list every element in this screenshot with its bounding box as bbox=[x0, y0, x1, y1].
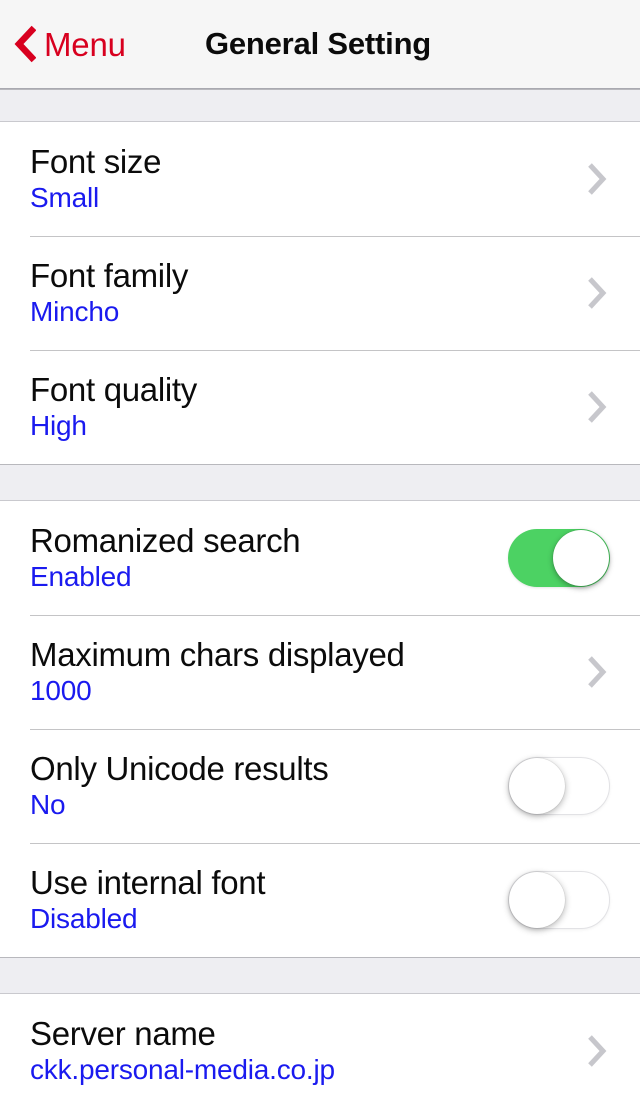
toggle-knob bbox=[553, 530, 609, 586]
row-title: Font family bbox=[30, 257, 189, 295]
row-value: 1000 bbox=[30, 675, 92, 707]
row-text: Use internal font Disabled bbox=[30, 866, 508, 933]
settings-group-server: Server name ckk.personal-media.co.jp bbox=[0, 994, 640, 1096]
settings-group-search: Romanized search Enabled Maximum chars d… bbox=[0, 501, 640, 957]
row-title: Use internal font bbox=[30, 864, 266, 902]
group-spacer-top bbox=[0, 89, 640, 122]
row-text: Font size Small bbox=[30, 145, 586, 212]
row-font-family[interactable]: Font family Mincho bbox=[0, 236, 640, 350]
row-value: High bbox=[30, 410, 87, 442]
row-title: Romanized search bbox=[30, 522, 301, 560]
row-text: Maximum chars displayed 1000 bbox=[30, 638, 586, 705]
settings-screen: Menu General Setting Font size Small Fon… bbox=[0, 0, 640, 1096]
row-romanized-search[interactable]: Romanized search Enabled bbox=[0, 501, 640, 615]
back-button-label: Menu bbox=[44, 25, 126, 63]
row-server-name[interactable]: Server name ckk.personal-media.co.jp bbox=[0, 994, 640, 1096]
chevron-left-icon bbox=[14, 25, 36, 63]
page-title-text: General Setting bbox=[204, 26, 432, 61]
row-text: Only Unicode results No bbox=[30, 752, 508, 819]
toggle-knob bbox=[509, 872, 565, 928]
settings-group-appearance: Font size Small Font family Mincho Font … bbox=[0, 122, 640, 464]
row-value: Small bbox=[30, 182, 100, 214]
navigation-bar: Menu General Setting bbox=[0, 0, 640, 89]
row-value: Disabled bbox=[30, 903, 138, 935]
back-button-menu[interactable]: Menu bbox=[0, 0, 126, 88]
chevron-right-icon bbox=[588, 656, 607, 688]
row-title: Maximum chars displayed bbox=[30, 636, 405, 674]
row-font-size[interactable]: Font size Small bbox=[0, 122, 640, 236]
toggle-only-unicode-results[interactable] bbox=[508, 757, 610, 815]
row-text: Server name ckk.personal-media.co.jp bbox=[30, 1017, 586, 1084]
row-text: Font family Mincho bbox=[30, 259, 586, 326]
row-value: Enabled bbox=[30, 561, 132, 593]
row-text: Font quality High bbox=[30, 373, 586, 440]
row-text: Romanized search Enabled bbox=[30, 524, 508, 591]
row-font-quality[interactable]: Font quality High bbox=[0, 350, 640, 464]
chevron-right-icon bbox=[588, 163, 607, 195]
row-value: ckk.personal-media.co.jp bbox=[30, 1054, 335, 1086]
row-maximum-chars-displayed[interactable]: Maximum chars displayed 1000 bbox=[0, 615, 640, 729]
row-title: Font size bbox=[30, 143, 162, 181]
row-value: Mincho bbox=[30, 296, 120, 328]
row-value: No bbox=[30, 789, 66, 821]
chevron-right-icon bbox=[588, 277, 607, 309]
chevron-right-icon bbox=[588, 391, 607, 423]
group-spacer-middle bbox=[0, 464, 640, 501]
toggle-knob bbox=[509, 758, 565, 814]
group-spacer-bottom bbox=[0, 957, 640, 994]
row-only-unicode-results[interactable]: Only Unicode results No bbox=[0, 729, 640, 843]
row-title: Font quality bbox=[30, 371, 197, 409]
row-title: Server name bbox=[30, 1015, 216, 1053]
row-title: Only Unicode results bbox=[30, 750, 329, 788]
chevron-right-icon bbox=[588, 1035, 607, 1067]
row-use-internal-font[interactable]: Use internal font Disabled bbox=[0, 843, 640, 957]
toggle-romanized-search[interactable] bbox=[508, 529, 610, 587]
toggle-use-internal-font[interactable] bbox=[508, 871, 610, 929]
